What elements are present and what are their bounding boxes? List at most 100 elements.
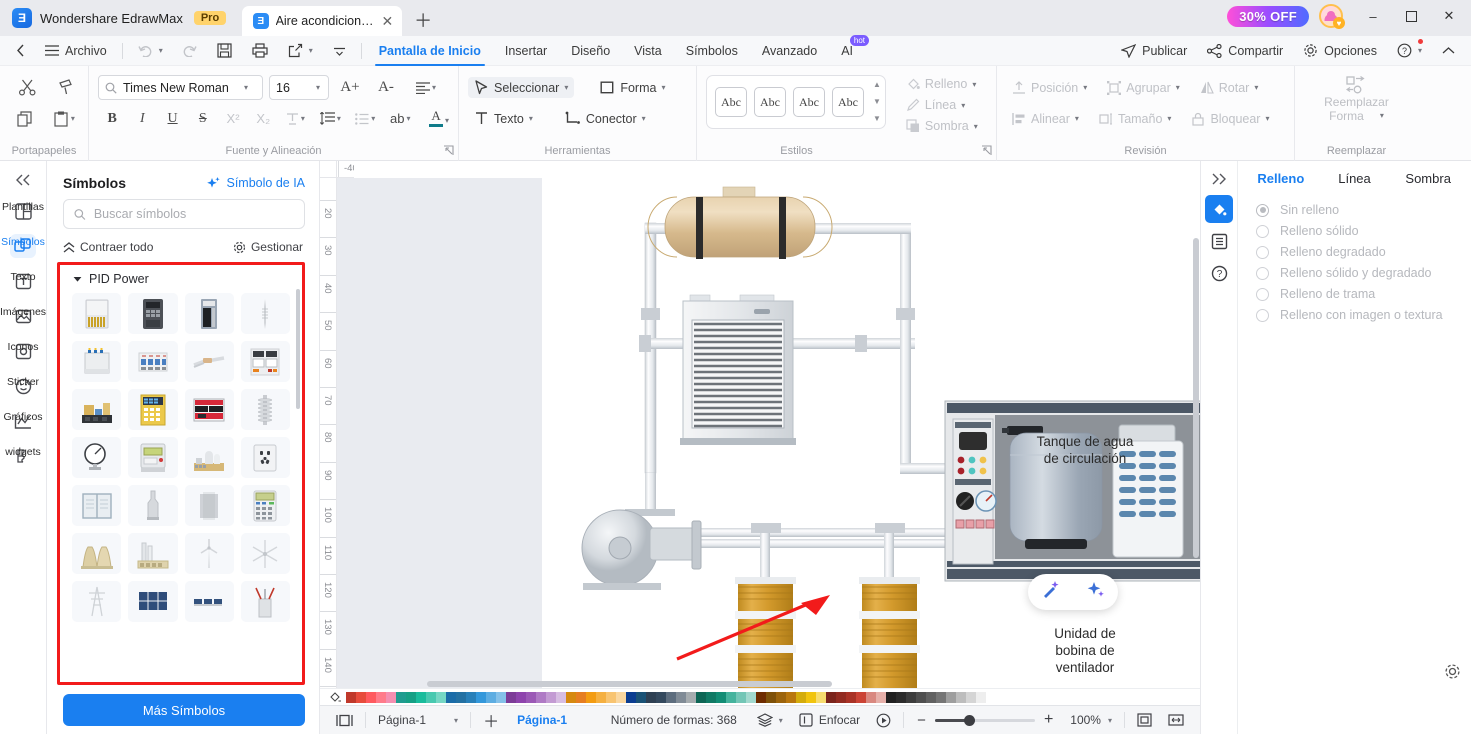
color-swatch[interactable] [896,691,906,703]
export-caret-icon[interactable]: ▾ [309,46,313,55]
color-swatch[interactable] [876,691,886,703]
sidebar-item-plantillas[interactable]: Plantillas [1,193,46,228]
color-swatch[interactable] [696,691,706,703]
tab-relleno[interactable]: Relleno [1244,165,1318,192]
publish-button[interactable]: Publicar [1111,36,1197,66]
color-swatch[interactable] [516,691,526,703]
fill-option-relleno-degradado[interactable]: Relleno degradado [1256,245,1471,259]
color-swatch[interactable] [866,691,876,703]
document-tab[interactable]: Ǝ Aire acondiciona... ✕ [242,6,403,36]
bold-button[interactable]: B [98,105,126,132]
zoom-in-button[interactable]: + [1035,711,1062,729]
color-swatch[interactable] [686,691,696,703]
print-button[interactable] [242,36,278,66]
color-swatch[interactable] [736,691,746,703]
style-chip[interactable]: Abc [832,87,864,117]
symbol-cabinet-double-door[interactable] [72,485,122,526]
zoom-slider[interactable]: − + [908,711,1062,729]
symbol-calculator-panel[interactable] [240,485,290,526]
file-menu[interactable]: Archivo [35,36,117,66]
color-swatch[interactable] [796,691,806,703]
symbol-battery-bank[interactable] [72,341,122,382]
font-family-input[interactable] [123,80,238,95]
color-swatch[interactable] [806,691,816,703]
color-swatch[interactable] [826,691,836,703]
color-swatch[interactable] [836,691,846,703]
select-caret-icon[interactable]: ▾ [564,83,568,92]
symbol-pressure-gauge[interactable] [72,437,122,478]
symbol-cooling-towers[interactable] [72,533,122,574]
color-picker-icon[interactable] [324,691,346,703]
text-caret-icon[interactable]: ▾ [529,114,533,123]
manage-button[interactable]: Gestionar [233,240,303,254]
shadow-caret-icon[interactable]: ▾ [974,122,978,131]
fill-tab-icon[interactable] [1205,195,1233,223]
line-spacing-caret-icon[interactable]: ▾ [337,114,341,123]
grow-font-button[interactable]: A+ [335,74,365,101]
cut-button[interactable] [15,74,40,101]
align-caret-icon[interactable]: ▾ [432,83,436,92]
page-selector[interactable]: Página-1 ▾ [370,713,466,727]
zoom-level-caret-icon[interactable]: ▾ [1108,716,1112,725]
symbol-industrial-plant[interactable] [128,533,178,574]
color-swatch[interactable] [936,691,946,703]
color-swatch[interactable] [956,691,966,703]
color-swatch[interactable] [596,691,606,703]
fit-page-button[interactable] [1129,713,1160,727]
more-commands-button[interactable] [323,36,356,66]
lock-button[interactable]: Bloquear ▾ [1185,109,1275,129]
color-swatch[interactable] [536,691,546,703]
symbol-solar-panel[interactable] [128,581,178,622]
color-swatch[interactable] [386,691,396,703]
tab-pantalla-de-inicio[interactable]: Pantalla de Inicio [367,36,493,66]
position-caret-icon[interactable]: ▾ [1083,83,1087,92]
shape-tool-button[interactable]: Forma ▾ [594,77,671,98]
bullet-list-button[interactable]: ▾ [349,105,381,132]
ai-float-toolbar[interactable] [1028,574,1118,610]
promo-badge[interactable]: 30% OFF [1227,5,1309,27]
color-swatch[interactable] [716,691,726,703]
undo-caret-icon[interactable]: ▾ [159,46,163,55]
color-swatch[interactable] [476,691,486,703]
export-button[interactable]: ▾ [278,36,323,66]
color-swatch[interactable] [856,691,866,703]
style-chip[interactable]: Abc [754,87,786,117]
share-button[interactable]: Compartir [1197,36,1293,66]
color-swatch[interactable] [916,691,926,703]
symbol-wind-turbine[interactable] [184,533,234,574]
tab-vista[interactable]: Vista [622,36,674,66]
align-shapes-caret-icon[interactable]: ▾ [1075,114,1079,123]
font-size-input[interactable] [276,80,310,95]
sidebar-item-iconos[interactable]: Iconos [1,333,46,368]
canvas-horizontal-scrollbar[interactable] [427,681,832,687]
color-swatch[interactable] [886,691,896,703]
fill-option-solido-y-degradado[interactable]: Relleno sólido y degradado [1256,266,1471,280]
style-scroll-down-icon[interactable]: ▼ [873,97,881,107]
style-chip[interactable]: Abc [715,87,747,117]
sidebar-item-texto[interactable]: Texto [1,263,46,298]
text-case-button[interactable]: ab ▾ [383,105,417,132]
symbol-solar-array[interactable] [184,581,234,622]
color-swatch[interactable] [546,691,556,703]
tab-ai[interactable]: AI hot [829,34,870,66]
symbol-transformer-station[interactable] [72,389,122,430]
fill-option-imagen-o-textura[interactable]: Relleno con imagen o textura [1256,308,1471,322]
tab-simbolos[interactable]: Símbolos [674,36,750,66]
radio-icon[interactable] [1256,203,1269,217]
shape-caret-icon[interactable]: ▾ [661,83,665,92]
style-gallery[interactable]: Abc Abc Abc Abc ▲ ▼ ▼ [706,75,886,129]
color-swatch[interactable] [906,691,916,703]
color-swatch[interactable] [756,691,766,703]
color-swatch[interactable] [926,691,936,703]
style-gallery-scroll[interactable]: ▲ ▼ ▼ [873,80,881,124]
page-tab-pagina-1[interactable]: Página-1 [507,713,577,727]
page-view-button[interactable] [328,714,361,727]
font-family-box[interactable]: ▾ [98,75,263,100]
group-button[interactable]: Agrupar ▾ [1101,78,1186,98]
style-chip[interactable]: Abc [793,87,825,117]
color-swatch[interactable] [746,691,756,703]
symbol-energy-meter[interactable] [128,437,178,478]
symbol-wind-turbine-star[interactable] [240,533,290,574]
sidebar-item-graficos[interactable]: Gráficos [1,403,46,438]
maximize-button[interactable] [1393,3,1429,29]
